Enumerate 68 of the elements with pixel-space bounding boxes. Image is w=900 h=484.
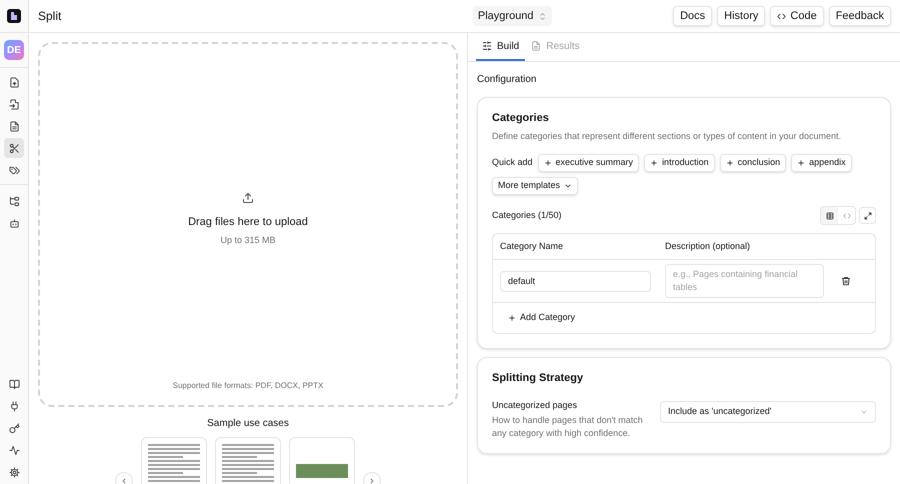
header-button[interactable]: Docs (673, 6, 712, 26)
description-input[interactable]: e.g., Pages containing financial tables (665, 264, 824, 298)
expand-button[interactable] (859, 207, 876, 224)
table-icon (826, 212, 834, 220)
header-button[interactable]: History (717, 6, 766, 26)
avatar: DE (4, 40, 24, 60)
upload-limit: Up to 315 MB (220, 234, 276, 247)
upload-dropzone[interactable]: Drag files here to upload Up to 315 MB Supported file formats: PDF, DOCX, PPTX (38, 42, 458, 407)
quick-add-button[interactable]: conclusion (720, 154, 786, 172)
document-icon (8, 120, 20, 132)
document-icon (531, 41, 542, 51)
robot-icon (8, 218, 20, 228)
header-button[interactable]: Code (770, 6, 824, 26)
card-title: Splitting Strategy (492, 371, 584, 386)
setting-label: Uncategorized pages (492, 398, 578, 412)
section-label: Configuration (477, 73, 538, 87)
code-icon (842, 212, 850, 220)
book-icon (8, 378, 20, 390)
sample-thumbnail[interactable] (215, 437, 281, 484)
plus-icon (544, 159, 552, 167)
column-header: Description (optional) (665, 240, 752, 253)
more-templates-button[interactable]: More templates (492, 177, 578, 195)
workflow-icon (8, 196, 20, 206)
plus-icon (508, 314, 516, 322)
chevron-down-icon (564, 182, 572, 190)
chevron-left-icon (120, 477, 128, 484)
quick-add-button[interactable]: executive summary (538, 154, 640, 172)
settings-icon (8, 466, 20, 478)
code-icon (777, 12, 786, 20)
expand-icon (864, 212, 872, 220)
scissors-icon (8, 142, 20, 154)
categories-count: Categories (1/50) (492, 208, 563, 222)
quick-add-label: Quick add (492, 156, 533, 170)
header-button[interactable]: Feedback (828, 6, 891, 26)
file-import-icon (8, 98, 20, 110)
plug-icon (8, 400, 20, 412)
setting-help: How to handle pages that don't match any category with high confidence. (492, 414, 644, 440)
key-icon (8, 422, 20, 434)
name-input[interactable]: default (500, 270, 651, 292)
card-title: Categories (492, 111, 550, 126)
sliders-icon (482, 41, 492, 51)
tab[interactable]: Build (476, 33, 526, 61)
plus-icon (726, 159, 734, 167)
samples-title: Sample use cases (206, 417, 290, 431)
sample-thumbnail[interactable] (141, 437, 207, 484)
quick-add-button[interactable]: appendix (791, 154, 852, 172)
supported-formats: Supported file formats: PDF, DOCX, PPTX (172, 380, 324, 392)
sample-thumbnail[interactable] (289, 437, 355, 484)
add-category-button[interactable]: Add Category (493, 303, 590, 333)
card-description: Define categories that represent different sections or types of content in your document. (492, 130, 842, 143)
upload-icon (242, 192, 254, 204)
page-title: Split (38, 8, 62, 25)
chevron-updown-icon (538, 12, 547, 20)
mode-selector[interactable]: Playground (472, 6, 552, 26)
trash-icon (841, 276, 851, 286)
strategy-select[interactable]: Include as 'uncategorized' (660, 400, 876, 422)
upload-title: Drag files here to upload (188, 215, 308, 230)
chevron-right-icon (368, 477, 376, 484)
quick-add-button[interactable]: introduction (644, 154, 715, 172)
file-upload-icon (8, 76, 20, 88)
column-header: Category Name (500, 240, 564, 253)
activity-icon (8, 444, 20, 456)
nav-button[interactable] (4, 138, 24, 158)
view-toggle-button[interactable] (821, 207, 838, 224)
plus-icon (797, 159, 806, 167)
logo-icon (7, 9, 21, 23)
tags-icon (8, 164, 20, 176)
plus-icon (650, 159, 658, 167)
